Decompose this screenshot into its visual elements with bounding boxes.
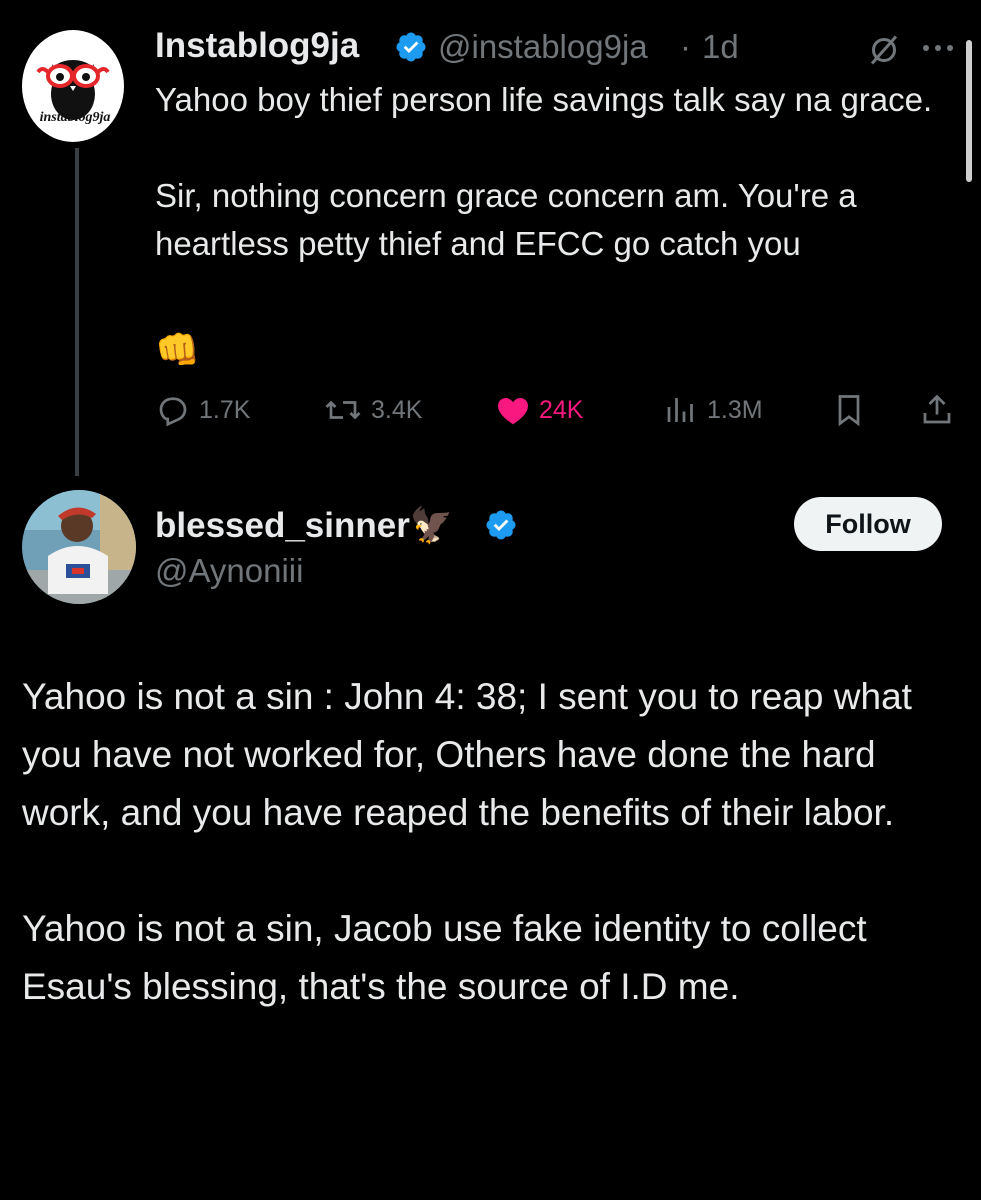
verified-badge-icon	[486, 510, 516, 540]
instablog9ja-avatar[interactable]: instablog9ja	[22, 30, 124, 142]
views-button[interactable]: 1.3M	[663, 388, 763, 432]
reply-text: Yahoo is not a sin : John 4: 38; I sent …	[22, 676, 912, 1007]
reply-button[interactable]: 1.7K	[155, 388, 250, 432]
heart-filled-icon	[498, 398, 528, 425]
reply-author-name[interactable]: blessed_sinner🦅	[155, 505, 453, 546]
author-name[interactable]: Instablog9ja	[155, 26, 359, 66]
tweet-text: Yahoo boy thief person life savings talk…	[155, 81, 933, 262]
blessed-sinner-avatar[interactable]	[22, 490, 136, 604]
views-chart-icon	[667, 398, 693, 422]
like-count: 24K	[539, 395, 584, 424]
repost-count: 3.4K	[371, 395, 423, 424]
author-handle[interactable]: @instablog9ja	[438, 28, 648, 66]
thread-connector-line	[75, 148, 79, 476]
share-icon	[923, 394, 951, 424]
reply-count: 1.7K	[199, 395, 251, 424]
more-options-icon[interactable]	[918, 38, 958, 58]
follow-button[interactable]: Follow	[794, 497, 942, 551]
bookmark-icon	[838, 395, 860, 427]
reply-icon	[159, 397, 187, 427]
grok-icon[interactable]	[866, 32, 902, 68]
action-bar: 1.7K 3.4K 24K 1.3M	[155, 388, 965, 432]
share-button[interactable]	[919, 388, 963, 432]
reply-author-handle[interactable]: @Aynoniii	[155, 552, 303, 590]
repost-button[interactable]: 3.4K	[323, 388, 422, 432]
repost-icon	[325, 400, 361, 420]
bookmark-button[interactable]	[831, 388, 875, 432]
post-time[interactable]: 1d	[702, 28, 739, 66]
scrollbar[interactable]	[966, 40, 972, 182]
profile-photo-icon	[22, 490, 136, 604]
separator-dot: ·	[680, 28, 691, 65]
like-button[interactable]: 24K	[495, 388, 583, 432]
fist-emoji: 👊	[155, 329, 200, 370]
verified-badge-icon	[396, 32, 426, 62]
views-count: 1.3M	[707, 395, 763, 424]
logo-text: instablog9ja	[39, 110, 111, 125]
